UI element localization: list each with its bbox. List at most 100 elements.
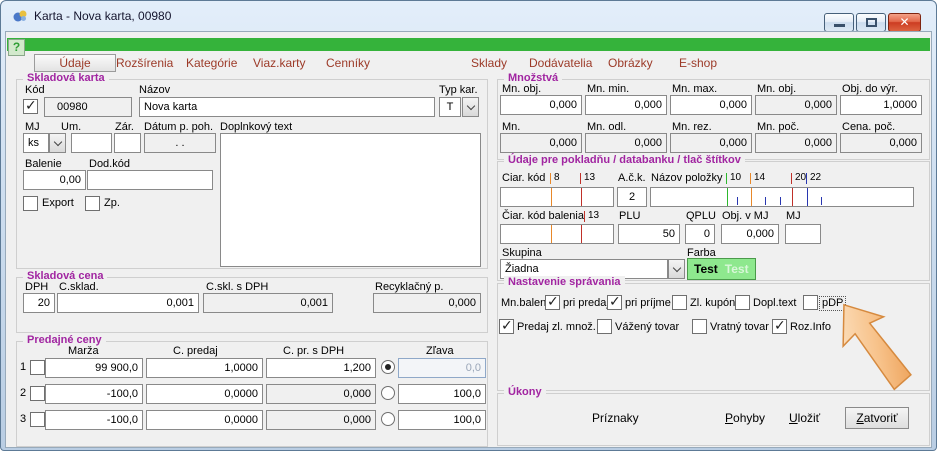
nazov-field[interactable]: Nova karta [139,97,435,117]
c-pr-s-dph-field-2[interactable]: 0,000 [266,384,376,404]
c-pr-s-dph-field-1[interactable]: 1,200 [266,358,376,378]
ciar-kod-label: Ciar. kód [502,172,545,185]
predaj-zl-mnoz-checkbox[interactable] [499,319,514,334]
datum-p-poh-field[interactable]: . . [144,133,216,153]
pohyby-accesskey: P [725,411,733,425]
tab-obrazky[interactable]: Obrázky [608,56,653,70]
skupina-dropdown-button[interactable] [668,259,685,279]
dopl-text-checkbox[interactable] [735,295,750,310]
help-button[interactable]: ? [8,39,25,56]
mn-obj2-field[interactable]: 0,000 [755,95,837,115]
export-checkbox[interactable] [23,196,38,211]
um-field[interactable] [71,133,112,153]
zlava-field-3[interactable]: 100,0 [398,410,486,430]
dph-field[interactable]: 20 [23,293,55,313]
zar-field[interactable] [114,133,141,153]
price-row1-checkbox[interactable] [30,360,45,375]
cena-poc-field[interactable]: 0,000 [840,133,922,153]
window-title: Karta - Nova karta, 00980 [34,9,171,23]
group-ukony: Úkony Príznaky Pohyby Uložiť Zatvoriť [497,393,930,446]
ruler-mark-10-label: 10 [730,172,741,183]
tab-kategorie[interactable]: Kategórie [186,56,237,70]
price-row1-radio[interactable] [381,360,395,374]
zl-kupon-checkbox[interactable] [672,295,687,310]
kod-checkbox[interactable] [23,99,38,114]
cskl-s-dph-field[interactable]: 0,001 [203,293,333,313]
obj-v-mj-field[interactable]: 0,000 [721,224,779,244]
price-row3-checkbox[interactable] [30,412,45,427]
tab-rozsirenia[interactable]: Rozšírenia [116,56,173,70]
ack-field[interactable]: 2 [617,187,647,207]
zlava-field-1[interactable]: 0,0 [398,358,486,378]
farba-color-preview[interactable]: Test Test [687,258,756,280]
tab-eshop[interactable]: E-shop [679,56,717,70]
marza-field-3[interactable]: -100,0 [45,410,143,430]
typ-kar-field[interactable]: T [439,97,461,117]
mj2-field[interactable] [785,224,821,244]
marza-field-1[interactable]: 99 900,0 [45,358,143,378]
mn-obj-field[interactable]: 0,000 [500,95,582,115]
price-row3-radio[interactable] [381,412,395,426]
recyklacny-field[interactable]: 0,000 [373,293,481,313]
qplu-field[interactable]: 0 [685,224,715,244]
pri-prijme-checkbox[interactable] [607,295,622,310]
typ-kar-label: Typ kar. [439,84,478,97]
mn-poc-field[interactable]: 0,000 [755,133,837,153]
ruler-mark-orange [550,173,551,184]
ruler-line-red [581,225,582,243]
roz-info-checkbox[interactable] [772,319,787,334]
pohyby-button[interactable]: Pohyby [725,411,765,425]
ulozit-button[interactable]: Uložiť [789,411,820,425]
c-predaj-field-3[interactable]: 0,0000 [146,410,263,430]
mj-dropdown-button[interactable] [49,133,66,153]
price-row2-checkbox[interactable] [30,386,45,401]
doplnkovy-text-textarea[interactable] [220,133,481,267]
zl-kupon-label: Zl. kupón [690,297,735,310]
plu-field[interactable]: 50 [618,224,680,244]
mn-min-field[interactable]: 0,000 [585,95,667,115]
obj-do-vyr-field[interactable]: 1,0000 [840,95,922,115]
minimize-button[interactable] [824,13,854,32]
pri-predaji-checkbox[interactable] [545,295,560,310]
c-predaj-field-2[interactable]: 0,0000 [146,384,263,404]
zlava-field-2[interactable]: 100,0 [398,384,486,404]
price-row2-radio[interactable] [381,386,395,400]
marza-header: Marža [68,345,99,358]
c-predaj-field-1[interactable]: 1,0000 [146,358,263,378]
tab-cenniky[interactable]: Cenníky [326,56,370,70]
tab-udaje[interactable]: Údaje [34,54,116,72]
maximize-button[interactable] [856,13,886,32]
tab-viaz-karty[interactable]: Viaz.karty [253,56,305,70]
titlebar[interactable]: Karta - Nova karta, 00980 ✕ [1,1,936,31]
nazov-polozky-field[interactable] [650,187,914,207]
ciar-kod-balenia-field[interactable] [500,224,614,244]
close-icon: ✕ [889,15,920,29]
marza-field-2[interactable]: -100,0 [45,384,143,404]
mn-rez-field[interactable]: 0,000 [670,133,752,153]
kod-field[interactable]: 00980 [44,97,132,117]
mn-field[interactable]: 0,000 [500,133,582,153]
typ-kar-dropdown-button[interactable] [462,97,479,117]
ruler-line-blue [807,188,808,206]
vazeny-tovar-checkbox[interactable] [597,319,612,334]
mj-field[interactable]: ks [23,133,49,153]
zp-checkbox[interactable] [85,196,100,211]
tab-dodavatelia[interactable]: Dodávatelia [529,56,592,70]
balenie-field[interactable]: 0,00 [23,170,86,190]
vratny-tovar-checkbox[interactable] [692,319,707,334]
dod-kod-field[interactable] [87,170,213,190]
priznaky-button[interactable]: Príznaky [592,411,639,425]
vazeny-tovar-label: Vážený tovar [615,321,679,334]
pdp-checkbox[interactable] [803,295,818,310]
ruler-tick [765,197,766,205]
mn-max-field[interactable]: 0,000 [670,95,752,115]
ruler-line-red [581,188,582,206]
c-pr-s-dph-field-3[interactable]: 0,000 [266,410,376,430]
close-button[interactable]: ✕ [888,13,921,32]
ciar-kod-field[interactable] [500,187,614,207]
csklad-field[interactable]: 0,001 [57,293,199,313]
zatvorit-button[interactable]: Zatvoriť [845,407,909,429]
ack-label: A.č.k. [618,172,646,185]
mn-odl-field[interactable]: 0,000 [585,133,667,153]
tab-sklady[interactable]: Sklady [471,56,507,70]
